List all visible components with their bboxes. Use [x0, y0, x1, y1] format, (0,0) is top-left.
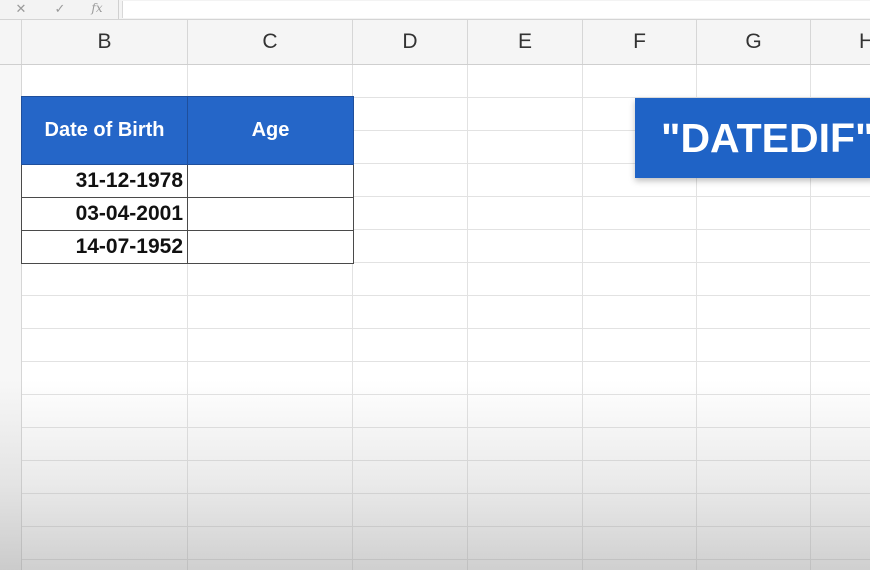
table-row: 03-04-2001 — [21, 197, 354, 231]
cell-date-of-birth[interactable]: 14-07-1952 — [21, 230, 188, 264]
gridline — [582, 65, 583, 570]
gridline — [467, 65, 468, 570]
row-header-column — [0, 65, 22, 570]
cell-date-of-birth[interactable]: 31-12-1978 — [21, 164, 188, 198]
birth-date-table: Date of Birth Age 31-12-1978 03-04-2001 … — [21, 96, 354, 264]
datedif-callout: "DATEDIF" — [635, 98, 870, 178]
formula-input[interactable] — [122, 1, 870, 18]
cancel-icon[interactable]: ✕ — [10, 0, 32, 19]
check-icon[interactable]: ✓ — [49, 0, 71, 19]
cell-age[interactable] — [187, 230, 354, 264]
header-date-of-birth[interactable]: Date of Birth — [21, 96, 188, 165]
column-header-g[interactable]: G — [697, 20, 811, 64]
formula-bar: ✕ ✓ fx — [0, 0, 870, 20]
cell-age[interactable] — [187, 164, 354, 198]
table-row: 14-07-1952 — [21, 230, 354, 264]
column-header-e[interactable]: E — [468, 20, 583, 64]
column-header-d[interactable]: D — [353, 20, 468, 64]
column-header-h[interactable]: H — [811, 20, 870, 64]
header-age[interactable]: Age — [187, 96, 354, 165]
column-header-c[interactable]: C — [188, 20, 353, 64]
cell-age[interactable] — [187, 197, 354, 231]
column-header-f[interactable]: F — [583, 20, 697, 64]
column-header-row: B C D E F G H — [0, 20, 870, 65]
formula-bar-divider — [118, 0, 119, 19]
column-header-b[interactable]: B — [22, 20, 188, 64]
select-all-corner[interactable] — [0, 20, 22, 64]
function-icon[interactable]: fx — [86, 0, 108, 19]
spreadsheet-screen: ✕ ✓ fx B C D E F G H Date of Birth Age 3… — [0, 0, 870, 570]
cell-date-of-birth[interactable]: 03-04-2001 — [21, 197, 188, 231]
table-row: 31-12-1978 — [21, 164, 354, 198]
